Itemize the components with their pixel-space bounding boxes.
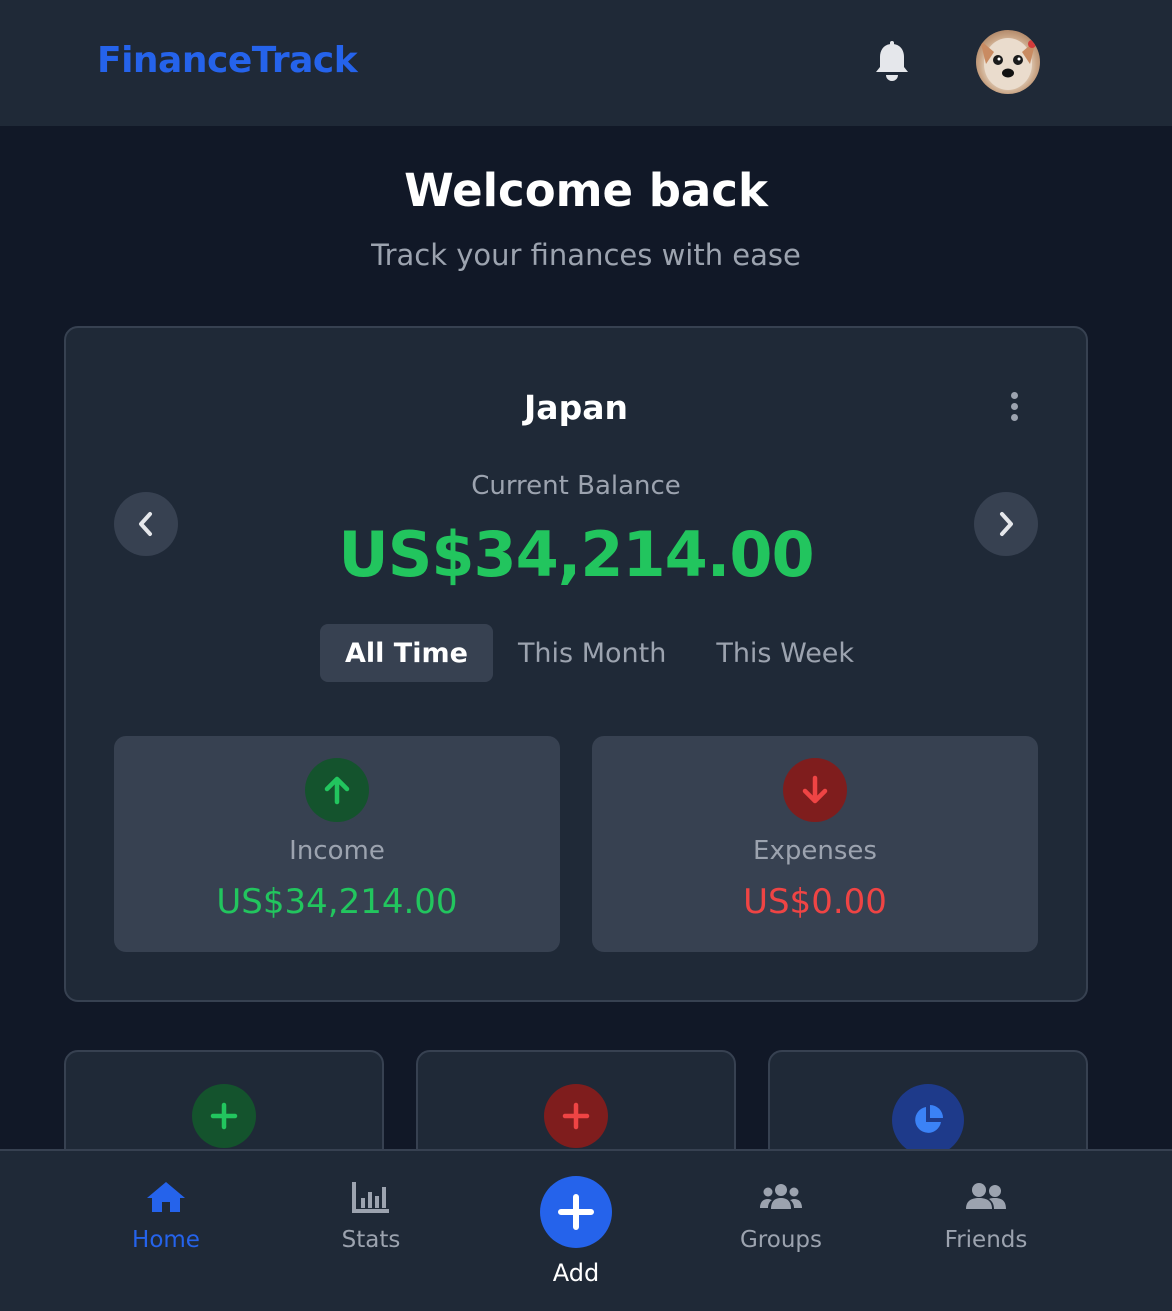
tab-this-week[interactable]: This Week — [691, 624, 879, 682]
nav-groups-label: Groups — [739, 1227, 822, 1253]
income-value: US$34,214.00 — [216, 882, 458, 922]
bar-chart-icon — [351, 1179, 391, 1215]
nav-friends-label: Friends — [944, 1227, 1028, 1253]
balance-card: Japan Current Balance US$34,214.00 All T… — [64, 326, 1088, 1002]
bell-icon[interactable] — [870, 40, 914, 84]
nav-home-label: Home — [132, 1227, 200, 1253]
page-subtitle: Track your finances with ease — [371, 238, 801, 272]
income-label: Income — [289, 836, 385, 866]
expenses-summary[interactable]: Expenses US$0.00 — [592, 736, 1038, 952]
users-group-icon — [759, 1179, 803, 1215]
user-friends-icon — [965, 1179, 1007, 1215]
income-summary[interactable]: Income US$34,214.00 — [114, 736, 560, 952]
app: FinanceTrack Welcome back Track your fin… — [0, 0, 1172, 1311]
brand-logo[interactable]: FinanceTrack — [97, 40, 358, 81]
add-label: Add — [552, 1259, 600, 1287]
home-icon — [145, 1179, 187, 1215]
tab-all-time[interactable]: All Time — [320, 624, 493, 682]
nav-home[interactable]: Home — [86, 1179, 246, 1259]
plus-icon — [192, 1084, 256, 1148]
nav-friends[interactable]: Friends — [906, 1179, 1066, 1259]
add-button[interactable] — [540, 1176, 612, 1248]
arrow-down-icon — [783, 758, 847, 822]
top-bar: FinanceTrack — [0, 0, 1172, 126]
page-title: Welcome back — [404, 164, 768, 217]
nav-stats-label: Stats — [341, 1227, 401, 1253]
expenses-label: Expenses — [753, 836, 877, 866]
arrow-up-icon — [305, 758, 369, 822]
nav-stats[interactable]: Stats — [291, 1179, 451, 1259]
tab-this-month[interactable]: This Month — [493, 624, 691, 682]
pie-chart-icon — [892, 1084, 964, 1156]
account-name: Japan — [524, 388, 628, 427]
period-tabs: All Time This Month This Week — [320, 624, 879, 682]
bottom-navigation: Home Stats Add Groups Friends — [0, 1149, 1172, 1311]
plus-icon — [558, 1194, 594, 1230]
nav-groups[interactable]: Groups — [701, 1179, 861, 1259]
balance-amount: US$34,214.00 — [338, 518, 814, 591]
plus-icon — [544, 1084, 608, 1148]
expenses-value: US$0.00 — [743, 882, 887, 922]
user-avatar[interactable] — [976, 30, 1040, 94]
balance-label: Current Balance — [471, 471, 681, 501]
more-options-icon[interactable] — [1000, 386, 1028, 426]
